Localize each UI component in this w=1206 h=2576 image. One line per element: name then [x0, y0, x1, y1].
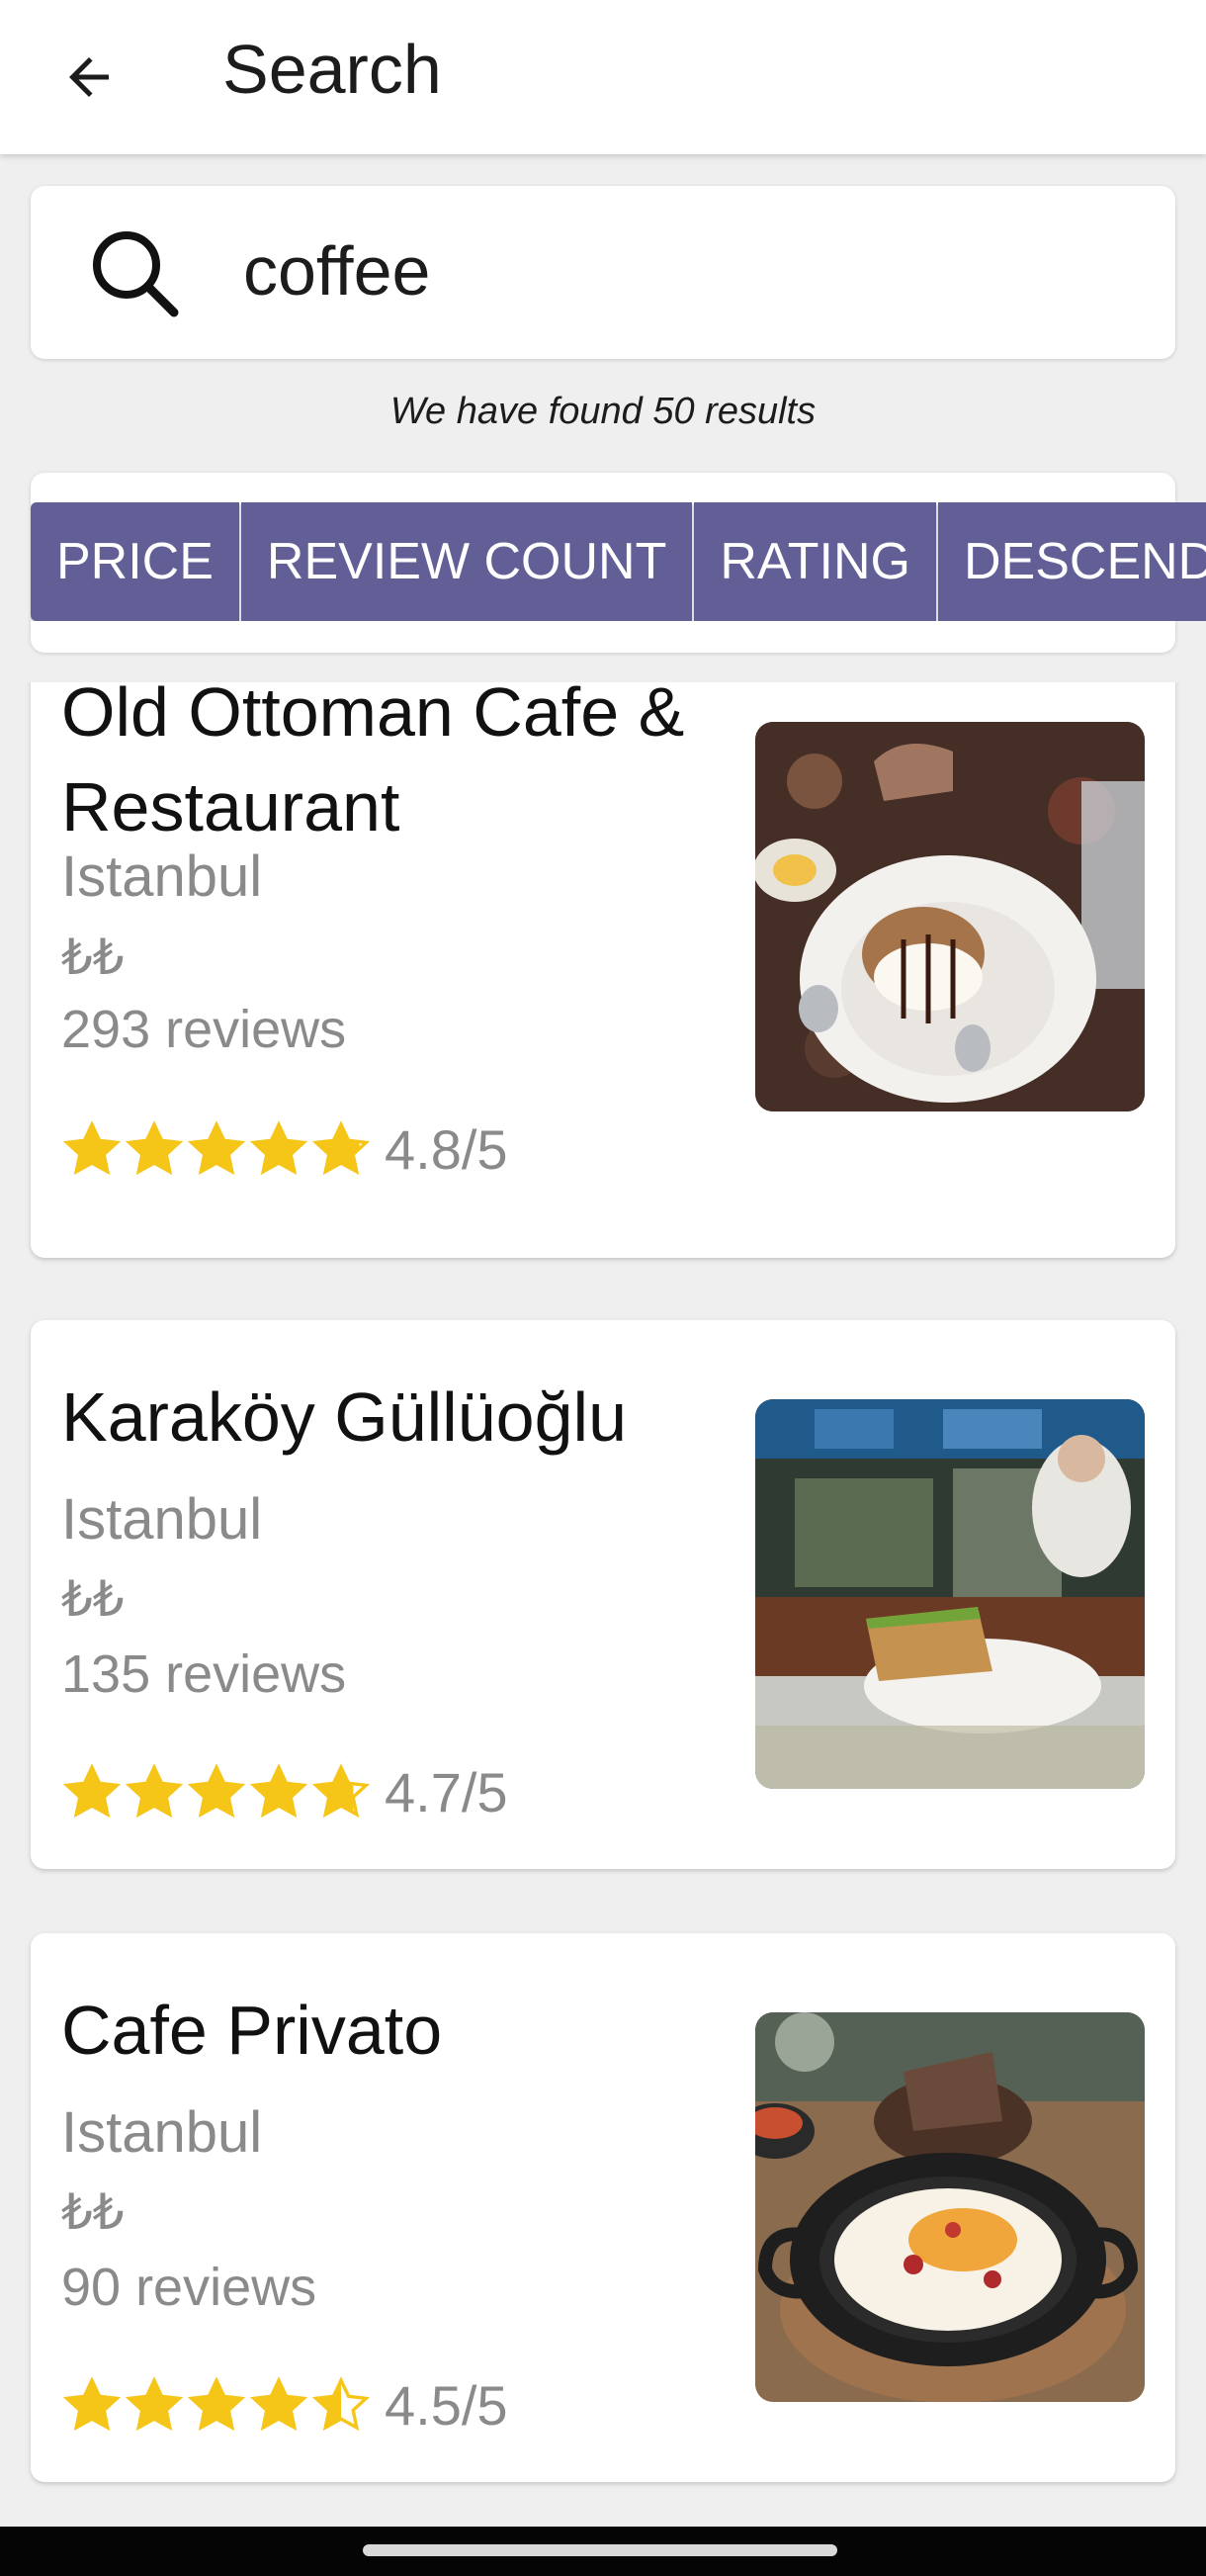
star-icon — [187, 1762, 246, 1818]
chip-price[interactable]: PRICE — [31, 502, 239, 621]
restaurant-name: Old Ottoman Cafe & Restaurant — [61, 682, 685, 845]
search-icon — [93, 231, 179, 317]
star-icon — [125, 2375, 184, 2431]
restaurant-city: Istanbul — [61, 844, 263, 909]
star-rating: 4.7/5 — [61, 1760, 508, 1824]
results-list[interactable]: Old Ottoman Cafe & Restaurant Istanbul ₺… — [0, 682, 1206, 2527]
arrow-left-icon — [69, 57, 109, 97]
list-item[interactable]: Cafe Privato Istanbul ₺₺ 90 reviews 4.5/… — [31, 1933, 1175, 2482]
price-level: ₺₺ — [61, 930, 125, 985]
restaurant-photo[interactable] — [755, 1399, 1145, 1789]
star-icon — [125, 1119, 184, 1175]
list-item[interactable]: Old Ottoman Cafe & Restaurant Istanbul ₺… — [31, 682, 1175, 1258]
results-count: We have found 50 results — [389, 391, 817, 432]
restaurant-photo[interactable] — [755, 722, 1145, 1111]
gesture-handle[interactable] — [363, 2544, 837, 2556]
star-rating: 4.8/5 — [61, 1117, 508, 1182]
star-icon — [249, 1762, 308, 1818]
chip-rating[interactable]: RATING — [694, 502, 936, 621]
star-icon — [311, 1762, 371, 1818]
dessert-plate-photo — [755, 722, 1145, 1111]
star-icon — [187, 2375, 246, 2431]
review-count: 90 reviews — [61, 2258, 317, 2317]
search-card — [31, 186, 1175, 359]
star-icon — [187, 1119, 246, 1175]
star-icon — [125, 1762, 184, 1818]
restaurant-name: Cafe Privato — [61, 1992, 443, 2069]
star-icon — [62, 1119, 122, 1175]
star-icon — [62, 2375, 122, 2431]
app-bar: Search — [0, 0, 1206, 154]
rating-text: 4.5/5 — [385, 2374, 508, 2437]
star-icon — [249, 2375, 308, 2431]
search-input[interactable] — [243, 222, 1133, 320]
price-level: ₺₺ — [61, 2184, 125, 2240]
sort-chip-row[interactable]: PRICE REVIEW COUNT RATING DESCENDING — [31, 502, 1206, 621]
restaurant-city: Istanbul — [61, 1487, 263, 1552]
rating-text: 4.8/5 — [385, 1118, 508, 1181]
list-item[interactable]: Karaköy Güllüoğlu Istanbul ₺₺ 135 review… — [31, 1320, 1175, 1869]
baklava-slice-photo — [755, 1399, 1145, 1789]
rating-text: 4.7/5 — [385, 1761, 508, 1823]
page-title: Search — [222, 31, 442, 108]
star-icon — [62, 1762, 122, 1818]
back-button[interactable] — [40, 28, 138, 127]
star-icon — [311, 2375, 371, 2431]
star-icon — [311, 1119, 371, 1175]
restaurant-city: Istanbul — [61, 2100, 263, 2165]
menemen-pan-photo — [755, 2012, 1145, 2402]
star-rating: 4.5/5 — [61, 2373, 508, 2438]
restaurant-photo[interactable] — [755, 2012, 1145, 2402]
chip-review-count[interactable]: REVIEW COUNT — [240, 502, 693, 621]
review-count: 135 reviews — [61, 1644, 347, 1704]
price-level: ₺₺ — [61, 1571, 125, 1627]
chip-descending[interactable]: DESCENDING — [937, 502, 1206, 621]
review-count: 293 reviews — [61, 1000, 347, 1059]
star-icon — [249, 1119, 308, 1175]
system-nav-bar — [0, 2527, 1206, 2576]
restaurant-name: Karaköy Güllüoğlu — [61, 1378, 627, 1456]
